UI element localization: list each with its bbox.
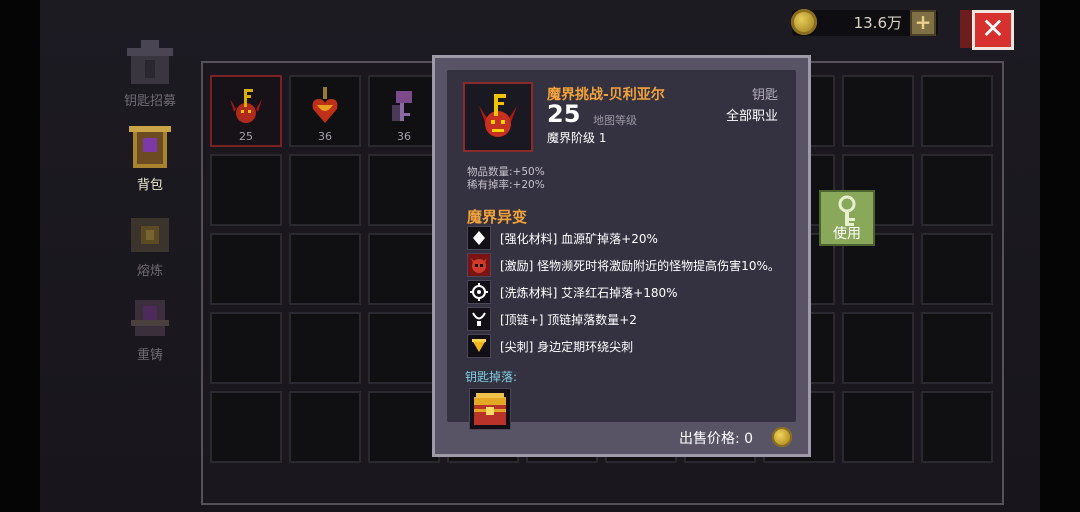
- modifier-row: [强化材料] 血源矿掉落+20%: [467, 226, 797, 250]
- diamond-icon: [467, 226, 491, 250]
- inventory-slot[interactable]: [368, 154, 440, 226]
- slot-count: 36: [397, 130, 411, 143]
- item-type: 钥匙: [751, 88, 778, 103]
- inventory-slot[interactable]: [368, 233, 440, 305]
- inventory-slot[interactable]: [368, 391, 440, 463]
- modifiers-title: 魔界异变: [467, 208, 528, 226]
- slot-count: 25: [239, 130, 253, 143]
- treasure-chest-icon: [474, 393, 506, 425]
- sidebar-item-smelt[interactable]: 熔炼: [111, 208, 189, 279]
- modifier-text: [顶链+] 顶链掉落数量+2: [500, 313, 637, 327]
- gold-coin-icon: [791, 9, 817, 35]
- modifier-row: [尖刺] 身边定期环绕尖刺: [467, 334, 797, 358]
- demon-key-icon: [212, 79, 280, 135]
- gold-amount: 13.6万: [853, 14, 902, 32]
- map-level-label: 地图等级: [593, 114, 637, 127]
- inventory-slot[interactable]: [842, 75, 914, 147]
- demon-key-icon: [479, 94, 517, 137]
- sidebar-item-backpack[interactable]: 背包: [111, 122, 189, 193]
- add-gold-button[interactable]: +: [910, 10, 936, 36]
- right-letterbox: [1040, 0, 1080, 512]
- use-button[interactable]: 使用: [819, 190, 875, 246]
- modifier-row: [洗炼材料] 艾泽红石掉落+180%: [467, 280, 797, 304]
- modifier-text: [激励] 怪物濒死时将激励附近的怪物提高伤害10%。: [500, 259, 780, 273]
- key-recruit-icon: [123, 38, 177, 88]
- inventory-slot[interactable]: [210, 391, 282, 463]
- inventory-slot[interactable]: [368, 312, 440, 384]
- left-letterbox: [0, 0, 40, 512]
- purple-key-icon: [370, 79, 438, 135]
- inventory-slot[interactable]: [289, 154, 361, 226]
- inventory-slot[interactable]: [921, 75, 993, 147]
- inventory-slot[interactable]: [210, 233, 282, 305]
- item-detail-popup: 魔界挑战-贝利亚尔 钥匙 25 地图等级 全部职业 魔界阶级 1 物品数量:+5…: [432, 55, 811, 457]
- close-button-shadow: [960, 10, 972, 48]
- inventory-slot[interactable]: [289, 391, 361, 463]
- price-coin-icon: [772, 427, 792, 447]
- modifier-text: [尖刺] 身边定期环绕尖刺: [500, 340, 634, 354]
- spike-icon: [467, 334, 491, 358]
- map-level-value: 25: [547, 100, 581, 128]
- reforge-icon: [123, 292, 177, 342]
- sidebar-item-label: 钥匙招募: [123, 94, 176, 109]
- backpack-icon: [123, 122, 177, 172]
- modifier-row: [顶链+] 顶链掉落数量+2: [467, 307, 797, 331]
- item-tier: 魔界阶级 1: [547, 131, 607, 145]
- item-icon-frame: [463, 82, 533, 152]
- inventory-slot[interactable]: 36: [368, 75, 440, 147]
- key-drop-label: 钥匙掉落:: [465, 370, 518, 384]
- gear-icon: [467, 280, 491, 304]
- demon-face-icon: [467, 253, 491, 277]
- inventory-slot[interactable]: [210, 312, 282, 384]
- sidebar-item-label: 重铸: [136, 348, 163, 363]
- sidebar-item-reforge[interactable]: 重铸: [111, 292, 189, 363]
- item-class: 全部职业: [725, 109, 778, 124]
- sidebar-item-key-recruit[interactable]: 钥匙招募: [111, 38, 189, 109]
- close-button[interactable]: ✕: [972, 10, 1014, 50]
- slot-count: 36: [318, 130, 332, 143]
- sidebar-item-label: 熔炼: [136, 264, 163, 279]
- stat-rare-drop: 稀有掉率:+20%: [467, 179, 545, 191]
- modifier-row: [激励] 怪物濒死时将激励附近的怪物提高伤害10%。: [467, 253, 797, 277]
- key-drop-slot[interactable]: [469, 388, 511, 430]
- sell-price: 出售价格: 0: [679, 431, 754, 447]
- inventory-slot[interactable]: [842, 391, 914, 463]
- inventory-slot[interactable]: [289, 312, 361, 384]
- modifier-text: [强化材料] 血源矿掉落+20%: [500, 232, 658, 246]
- inventory-slot[interactable]: 25: [210, 75, 282, 147]
- necklace-icon: [467, 307, 491, 331]
- inventory-slot[interactable]: [289, 233, 361, 305]
- inventory-slot[interactable]: [210, 154, 282, 226]
- smelt-icon: [123, 208, 177, 258]
- inventory-slot[interactable]: [921, 391, 993, 463]
- inventory-slot[interactable]: [842, 312, 914, 384]
- inventory-slot[interactable]: 36: [289, 75, 361, 147]
- inventory-slot[interactable]: [921, 154, 993, 226]
- heart-key-icon: [291, 79, 359, 135]
- item-detail-body: 魔界挑战-贝利亚尔 钥匙 25 地图等级 全部职业 魔界阶级 1 物品数量:+5…: [447, 70, 797, 430]
- modifier-text: [洗炼材料] 艾泽红石掉落+180%: [500, 286, 678, 300]
- inventory-slot[interactable]: [921, 233, 993, 305]
- sidebar-item-label: 背包: [136, 178, 163, 193]
- inventory-slot[interactable]: [921, 312, 993, 384]
- use-button-label: 使用: [833, 226, 861, 242]
